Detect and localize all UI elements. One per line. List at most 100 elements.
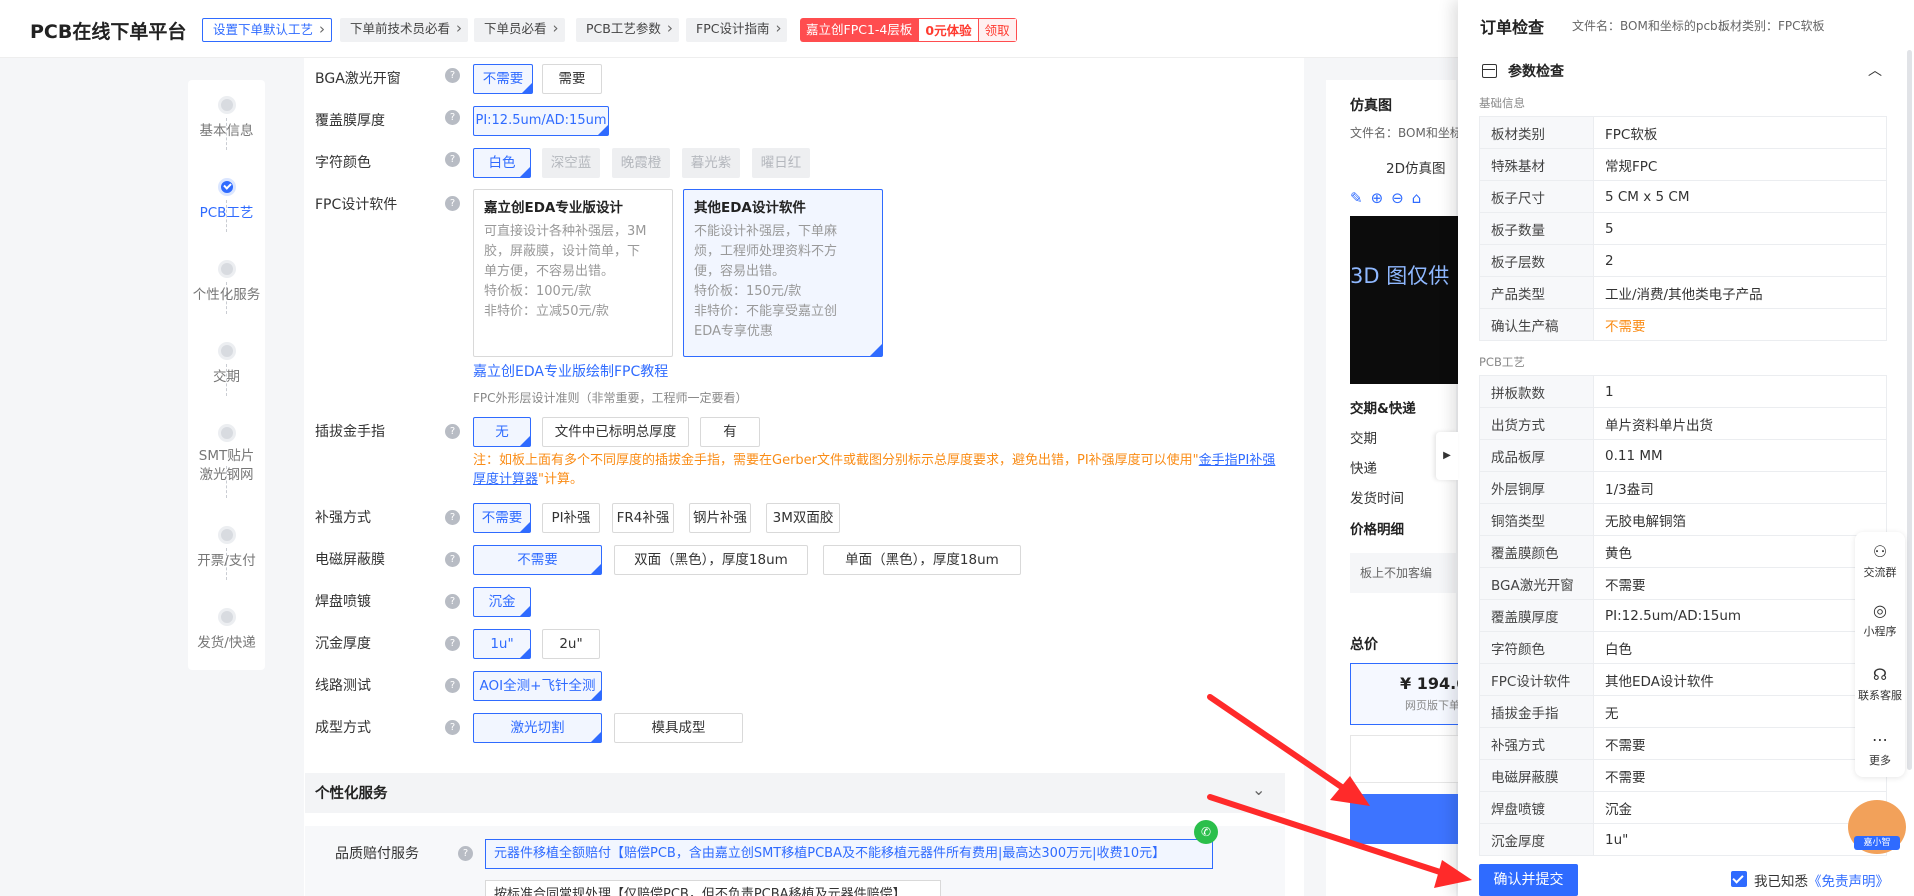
customer-service-button[interactable]: ☊ 联系客服 — [1855, 665, 1905, 703]
help-icon[interactable]: ? — [445, 424, 460, 439]
table-icon — [1482, 64, 1497, 78]
basic-info-title: 基础信息 — [1479, 96, 1525, 110]
gold-finger-yes[interactable]: 有 — [700, 417, 760, 447]
price-title: 价格明细 — [1350, 522, 1404, 538]
order-button[interactable] — [1350, 794, 1460, 844]
more-button[interactable]: ⋯ 更多 — [1855, 730, 1905, 768]
step-invoice-pay[interactable]: 开票/支付 — [188, 526, 265, 569]
help-icon[interactable]: ? — [445, 510, 460, 525]
surface-enig[interactable]: 沉金 — [473, 587, 531, 617]
price-subtext: 网页版下单 — [1405, 699, 1460, 712]
promo-banner[interactable]: 嘉立创FPC1-4层板 0元体验 领取 — [800, 18, 1017, 42]
stiffener-3m[interactable]: 3M双面胶 — [766, 503, 840, 533]
table-row: 覆盖膜颜色 黄色 — [1479, 535, 1887, 568]
table-row: 板子数量 5 — [1479, 212, 1887, 245]
promo-claim-button[interactable]: 领取 — [978, 18, 1017, 42]
default-process-link[interactable]: 设置下单默认工艺 — [202, 18, 333, 42]
agree-label: 我已知悉 — [1754, 874, 1808, 890]
table-row: 板材类别 FPC软板 — [1479, 116, 1887, 149]
step-dot-icon — [217, 260, 236, 278]
step-dot-icon — [217, 424, 236, 442]
fpc-outline-note[interactable]: FPC外形层设计准则（非常重要，工程师一定要看） — [473, 389, 748, 406]
order-guide-link[interactable]: 下单员必看 — [474, 17, 565, 42]
step-personal-service[interactable]: 个性化服务 — [188, 260, 265, 303]
table-row: BGA激光开窗 不需要 — [1479, 567, 1887, 600]
gold-finger-none[interactable]: 无 — [473, 417, 531, 447]
help-icon[interactable]: ? — [445, 552, 460, 567]
pcb-process-title: PCB工艺 — [1479, 355, 1525, 369]
fpc-tutorial-link[interactable]: 嘉立创EDA专业版绘制FPC教程 — [473, 361, 668, 381]
char-color-label: 字符颜色 — [315, 155, 371, 171]
table-row: 特殊基材 常规FPC — [1479, 148, 1887, 181]
step-dot-icon — [217, 342, 236, 360]
shaping-mold[interactable]: 模具成型 — [614, 713, 743, 743]
chevron-up-icon[interactable]: ︿ — [1868, 60, 1882, 80]
wechat-icon[interactable]: ✆ — [1194, 820, 1218, 844]
help-icon[interactable]: ? — [458, 846, 473, 861]
help-icon[interactable]: ? — [445, 152, 460, 167]
confirm-submit-button[interactable]: 确认并提交 — [1479, 864, 1578, 896]
quality-option-full[interactable]: 元器件移植全额赔付【赔偿PCB，含由嘉立创SMT移植PCBA及不能移植元器件所有… — [485, 839, 1213, 869]
software-card-lceda[interactable]: 嘉立创EDA专业版设计 可直接设计各种补强层，3M 胶，屏蔽膜，设计简单，下 单… — [473, 189, 673, 357]
preview-tools[interactable]: ✎⊕⊖⌂ — [1350, 189, 1429, 207]
chat-group-button[interactable]: ⚇ 交流群 — [1855, 542, 1905, 580]
help-icon[interactable]: ? — [445, 110, 460, 125]
mascot-assistant[interactable]: 嘉小智 — [1848, 800, 1906, 854]
home-icon[interactable]: ⌂ — [1412, 189, 1430, 207]
agree-checkbox[interactable] — [1731, 871, 1747, 887]
brand-title: PCB在线下单平台 — [30, 21, 187, 43]
software-card-other[interactable]: 其他EDA设计软件 不能设计补强层，下单麻 烦，工程师处理资料不方 便，容易出错… — [683, 189, 883, 357]
disclaimer-link[interactable]: 《免责声明》 — [1808, 874, 1889, 890]
help-icon[interactable]: ? — [445, 196, 460, 211]
personal-section-header[interactable] — [305, 773, 1285, 813]
zoom-in-icon[interactable]: ⊕ — [1371, 189, 1392, 207]
shaping-laser[interactable]: 激光切割 — [473, 713, 602, 743]
stiffener-fr4[interactable]: FR4补强 — [612, 503, 674, 533]
quality-option-standard[interactable]: 按标准合同常规处理【仅赔偿PCB，但不负责PCBA移植及元器件赔偿】 — [485, 880, 941, 896]
drawer-scrollbar[interactable] — [1907, 50, 1912, 770]
mascot-label: 嘉小智 — [1854, 836, 1900, 850]
mini-program-button[interactable]: ◎ 小程序 — [1855, 601, 1905, 639]
help-icon[interactable]: ? — [445, 636, 460, 651]
step-delivery[interactable]: 交期 — [188, 342, 265, 385]
measure-icon[interactable]: ✎ — [1350, 189, 1371, 207]
test-aoi-flying[interactable]: AOI全测+飞针全测 — [473, 671, 602, 701]
help-icon[interactable]: ? — [445, 678, 460, 693]
gold-thickness-1u[interactable]: 1u" — [473, 629, 531, 659]
help-icon[interactable]: ? — [445, 720, 460, 735]
price-option-box[interactable] — [1350, 735, 1460, 783]
step-pcb-process[interactable]: PCB工艺 — [188, 178, 265, 221]
step-basic-info[interactable]: 基本信息 — [188, 96, 265, 139]
color-option-red: 曜日红 — [752, 148, 810, 178]
table-row: 焊盘喷镀 沉金 — [1479, 791, 1887, 824]
color-option-white[interactable]: 白色 — [473, 148, 531, 178]
drawer-toggle-icon[interactable]: ▶ — [1436, 432, 1458, 480]
gold-finger-marked[interactable]: 文件中已标明总厚度 — [542, 417, 689, 447]
zoom-out-icon[interactable]: ⊖ — [1391, 189, 1412, 207]
bga-option-no[interactable]: 不需要 — [473, 64, 533, 94]
stiffener-steel[interactable]: 钢片补强 — [689, 503, 751, 533]
agree-text: 我已知悉《免责声明》 — [1754, 870, 1889, 890]
fpc-guide-link[interactable]: FPC设计指南 — [686, 17, 788, 42]
emi-double[interactable]: 双面（黑色），厚度18um — [614, 545, 808, 575]
stiffener-none[interactable]: 不需要 — [473, 503, 531, 533]
stiffener-pi[interactable]: PI补强 — [542, 503, 600, 533]
cover-thickness-option[interactable]: PI:12.5um/AD:15um — [473, 106, 609, 136]
gold-thickness-2u[interactable]: 2u" — [542, 629, 600, 659]
pcb-params-link[interactable]: PCB工艺参数 — [576, 17, 679, 42]
bga-option-yes[interactable]: 需要 — [542, 64, 602, 94]
preview-title: 仿真图 — [1350, 98, 1392, 114]
express-label: 快递 — [1350, 461, 1377, 477]
emi-single[interactable]: 单面（黑色），厚度18um — [823, 545, 1021, 575]
table-row: 插拔金手指无 — [1479, 695, 1887, 728]
help-icon[interactable]: ? — [445, 594, 460, 609]
help-icon[interactable]: ? — [445, 68, 460, 83]
emi-none[interactable]: 不需要 — [473, 545, 602, 575]
price-box[interactable] — [1350, 663, 1460, 725]
tab-2d-preview[interactable]: 2D仿真图 — [1386, 157, 1445, 177]
chevron-down-icon[interactable]: ⌄ — [1252, 780, 1265, 799]
step-shipping[interactable]: 发货/快递 — [188, 608, 265, 651]
table-row: 板子层数 2 — [1479, 244, 1887, 277]
step-smt-stencil[interactable]: SMT贴片 激光钢网 — [188, 424, 265, 485]
tech-guide-link[interactable]: 下单前技术员必看 — [340, 17, 469, 42]
